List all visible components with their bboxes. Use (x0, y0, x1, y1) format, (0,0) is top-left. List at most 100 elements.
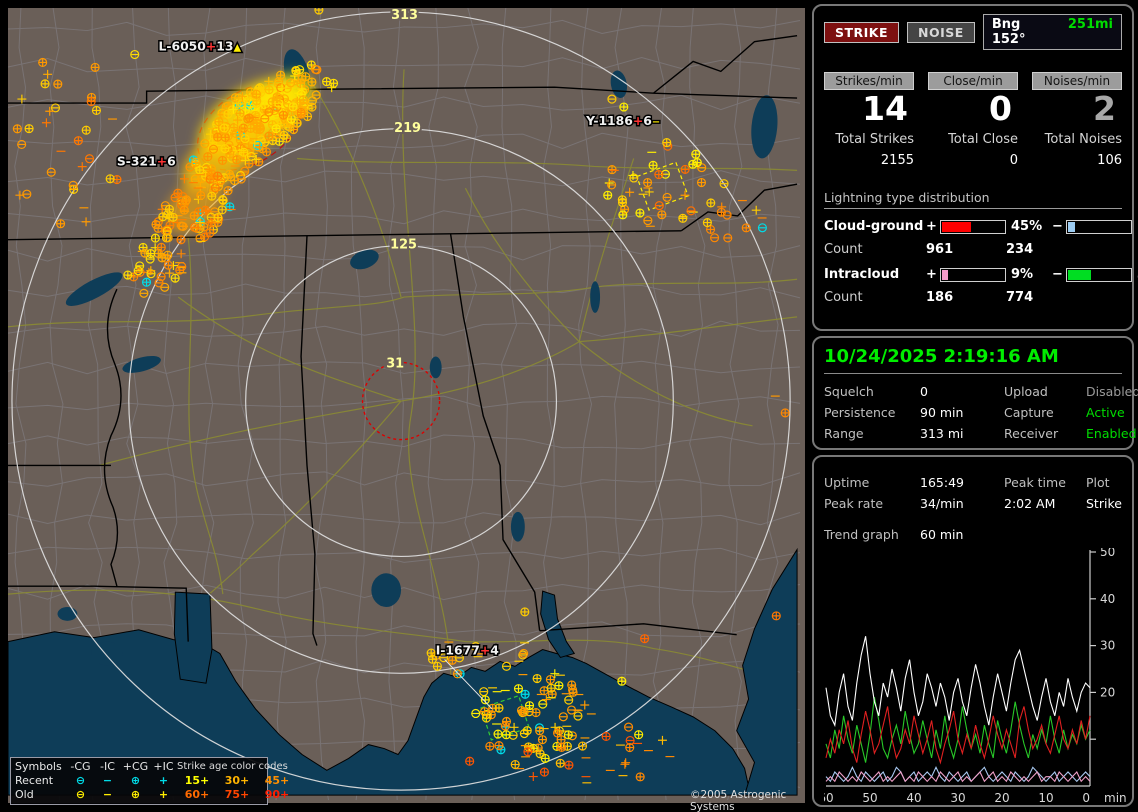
legend-symbol: ⊖ (67, 774, 94, 788)
rate-badge[interactable]: Strikes/min (824, 72, 914, 90)
svg-text:20: 20 (994, 791, 1009, 805)
legend-row-label: Old (15, 788, 67, 802)
setting-label: Range (824, 426, 920, 441)
plus-percent: 45% (1006, 219, 1052, 234)
count-label: Count (824, 242, 926, 257)
status-cell: Plot (1086, 475, 1122, 490)
svg-text:10: 10 (1038, 791, 1053, 805)
svg-text:50: 50 (1100, 548, 1115, 559)
legend-header: -CG (67, 760, 94, 774)
range-ring-label: 219 (394, 121, 421, 136)
minus-count: 774 (1006, 290, 1122, 305)
rate-column: Strikes/min14Total Strikes2155 (824, 72, 914, 168)
distribution-type-label: Cloud-ground (824, 219, 926, 234)
strike-mode-button[interactable]: STRIKE (824, 22, 899, 43)
svg-text:20: 20 (1100, 685, 1115, 699)
trend-graph-row: Trend graph 60 min (824, 527, 1122, 542)
rate-badge[interactable]: Close/min (928, 72, 1018, 90)
status-cell: Uptime (824, 475, 920, 490)
rate-column: Noises/min2Total Noises106 (1032, 72, 1122, 168)
plus-bar (940, 268, 1006, 282)
plus-sign: + (926, 219, 940, 234)
setting-status: Disabled (1086, 384, 1138, 399)
svg-text:0: 0 (1082, 791, 1090, 805)
total-value: 2155 (824, 153, 914, 168)
distribution-count-row: Count186774 (824, 290, 1122, 305)
rate-column: Close/min0Total Close0 (928, 72, 1018, 168)
strike-stats-panel: STRIKE NOISE Bng 152° 251mi Strikes/min 1… (812, 4, 1134, 331)
legend-age-code: 60+ (177, 788, 217, 802)
setting-label: Squelch (824, 384, 920, 399)
legend-age-title: Strike age color codes (177, 760, 297, 774)
svg-text:40: 40 (1100, 592, 1115, 606)
storm-cell-label: Y-1186+6− (585, 114, 660, 128)
svg-text:60: 60 (824, 791, 834, 805)
plus-sign: + (926, 267, 940, 282)
legend-header-row: Symbols-CG-IC+CG+ICStrike age color code… (15, 760, 263, 774)
legend-age-code: 45+ (257, 774, 297, 788)
svg-text:30: 30 (950, 791, 965, 805)
distribution-title: Lightning type distribution (824, 190, 1122, 209)
setting-label: Capture (1004, 405, 1086, 420)
datetime-display: 10/24/2025 2:19:16 AM (824, 346, 1122, 374)
distribution-row: Cloud-ground+45%−11% (824, 219, 1122, 234)
legend-symbol: − (94, 774, 121, 788)
datetime-panel: 10/24/2025 2:19:16 AM Squelch0UploadDisa… (812, 336, 1134, 450)
svg-text:30: 30 (1100, 639, 1115, 653)
svg-text:50: 50 (862, 791, 877, 805)
trend-series--ic (826, 772, 1090, 781)
legend-age-code: 30+ (217, 774, 257, 788)
bearing-badge: Bng 152° 251mi (983, 14, 1122, 50)
plus-count: 961 (926, 242, 1006, 257)
legend-symbol: ⊖ (67, 788, 94, 802)
status-cell: Strike (1086, 496, 1122, 511)
total-value: 0 (928, 153, 1018, 168)
storm-cell-label: S-321+6 (117, 154, 176, 168)
setting-label: Upload (1004, 384, 1086, 399)
setting-value: 313 mi (920, 426, 1004, 441)
trend-chart: 203040506050403020100min (824, 548, 1122, 812)
rate-columns: Strikes/min14Total Strikes2155Close/min0… (824, 72, 1122, 168)
legend-row-label: Recent (15, 774, 67, 788)
distribution-count-row: Count961234 (824, 242, 1122, 257)
minus-sign: − (1052, 219, 1066, 234)
minus-bar (1066, 220, 1132, 234)
storm-map[interactable]: L-6050+13▲S-321+6Y-1186+6−I-1677+4313219… (8, 8, 805, 803)
trend-series--cg (826, 706, 1090, 762)
plus-percent: 9% (1006, 267, 1052, 282)
status-panel: Uptime165:49Peak timePlotPeak rate34/min… (812, 455, 1134, 807)
plus-count: 186 (926, 290, 1006, 305)
range-ring-label: 125 (390, 238, 417, 253)
legend-age-code: 90+ (257, 788, 297, 802)
minus-bar (1066, 268, 1132, 282)
distribution-type-label: Intracloud (824, 267, 926, 282)
sidebar: STRIKE NOISE Bng 152° 251mi Strikes/min 1… (812, 0, 1138, 812)
total-label: Total Strikes (824, 132, 914, 147)
legend-symbol: ⊕ (121, 774, 150, 788)
setting-label: Receiver (1004, 426, 1086, 441)
legend-symbol-row: Recent⊖−⊕+15+30+45+ (15, 774, 263, 788)
trend-series--cg-noise-floor (826, 767, 1090, 781)
status-cell: 2:02 AM (1004, 496, 1086, 511)
rate-value: 0 (928, 90, 1018, 128)
bearing-label: Bng 152° (992, 17, 1058, 47)
minus-percent: 11% (1132, 219, 1138, 234)
svg-text:40: 40 (906, 791, 921, 805)
rate-value: 2 (1032, 90, 1122, 128)
legend-header: +CG (121, 760, 150, 774)
legend-header: +IC (150, 760, 177, 774)
noise-mode-button[interactable]: NOISE (907, 22, 975, 43)
status-cell: Peak time (1004, 475, 1086, 490)
minus-percent: 36% (1132, 267, 1138, 282)
legend-symbol: + (150, 788, 177, 802)
legend-symbol: + (150, 774, 177, 788)
rate-badge[interactable]: Noises/min (1032, 72, 1122, 90)
setting-value: 90 min (920, 405, 1004, 420)
legend-symbol-row: Old⊖−⊕+60+75+90+ (15, 788, 263, 802)
range-ring-label: 31 (386, 356, 404, 371)
status-cell: 165:49 (920, 475, 1004, 490)
setting-status: Enabled (1086, 426, 1138, 441)
svg-text:min: min (1104, 791, 1127, 805)
bearing-distance: 251mi (1068, 17, 1113, 47)
storm-map-canvas[interactable]: L-6050+13▲S-321+6Y-1186+6−I-1677+4313219… (8, 8, 805, 803)
